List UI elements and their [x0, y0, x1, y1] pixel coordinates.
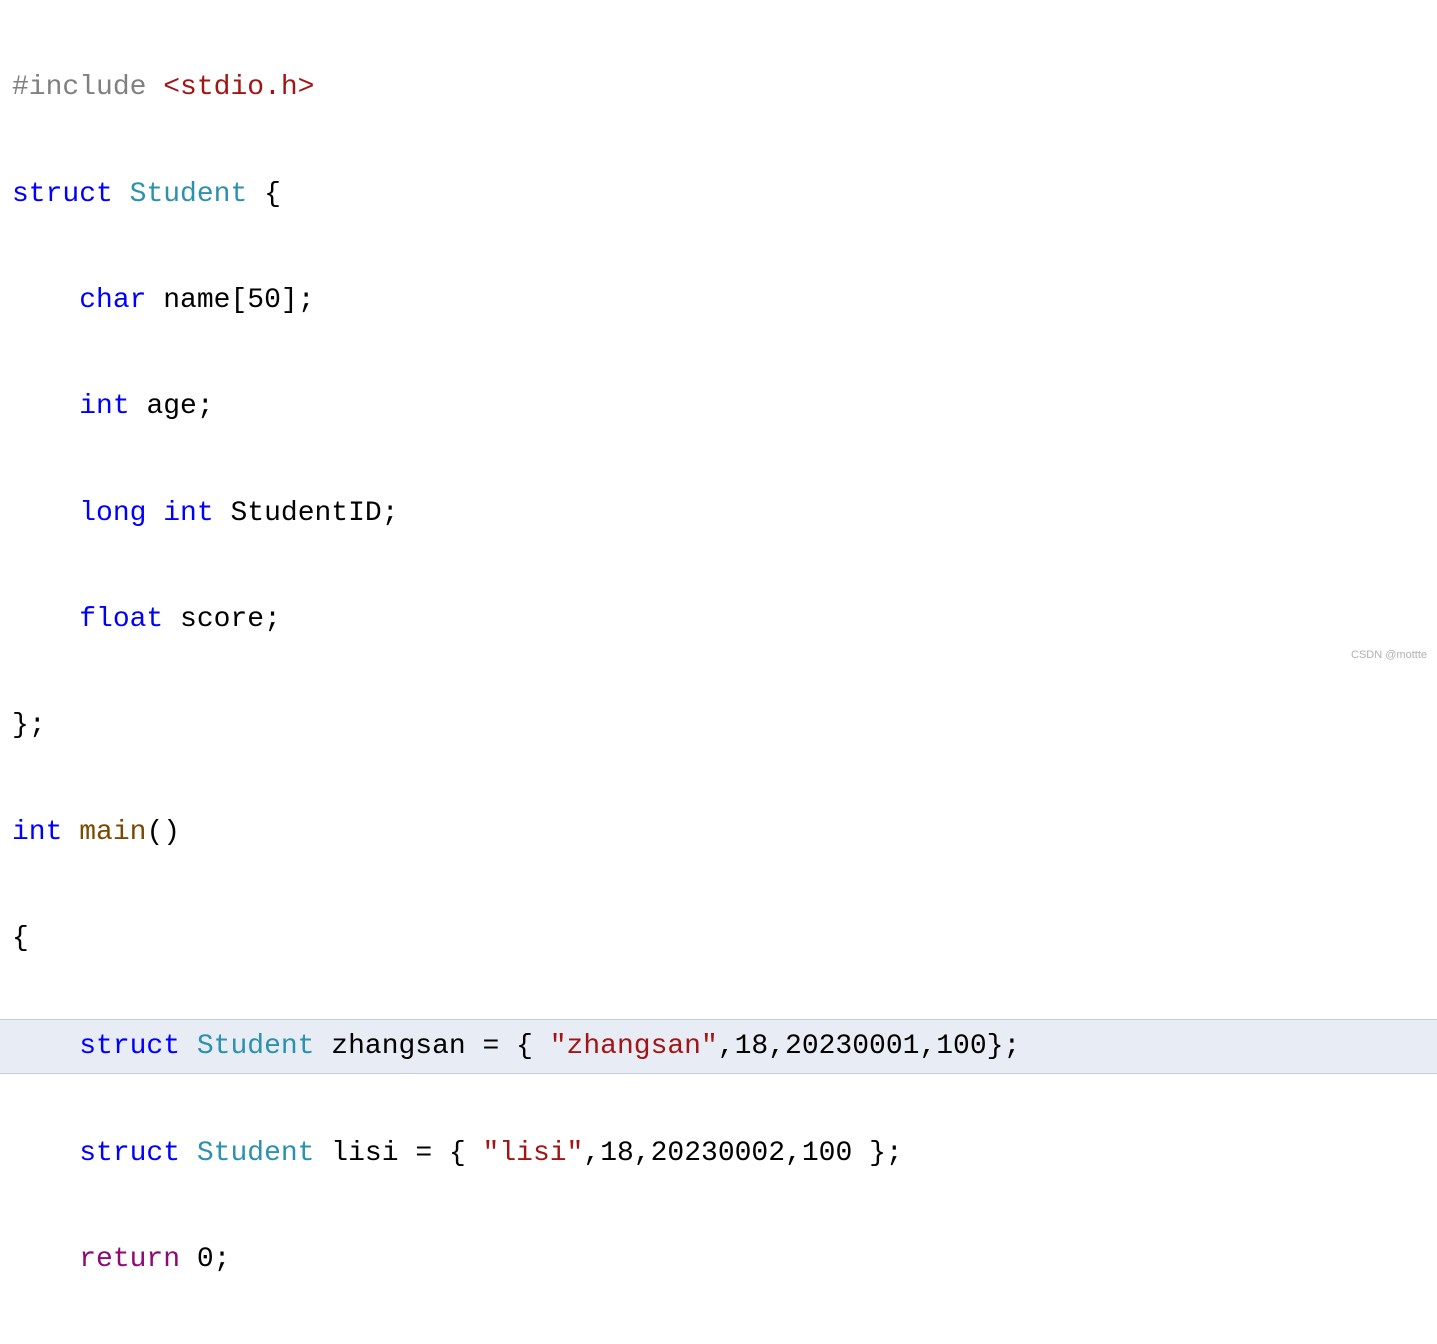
type-long: long — [79, 498, 146, 529]
var-zhangsan: zhangsan — [331, 1031, 465, 1062]
code-line-10-highlighted: struct Student zhangsan = { "zhangsan",1… — [0, 1019, 1437, 1074]
semicolon: ; — [264, 604, 281, 635]
indent — [12, 1138, 79, 1169]
preproc-include: #include — [12, 72, 146, 103]
equals: = — [399, 1138, 449, 1169]
code-line-7: }; — [0, 699, 1437, 752]
struct-keyword: struct — [12, 179, 113, 210]
init-open: { — [449, 1138, 483, 1169]
return-val: 0 — [197, 1244, 214, 1275]
init-close: } — [852, 1138, 886, 1169]
comma: , — [634, 1138, 651, 1169]
field-age: age — [146, 391, 196, 422]
type-int: int — [79, 391, 129, 422]
comma: , — [768, 1031, 785, 1062]
num-18: 18 — [600, 1138, 634, 1169]
string-literal: "lisi" — [483, 1138, 584, 1169]
code-line-13: } — [0, 1340, 1437, 1344]
num-id: 20230001 — [785, 1031, 919, 1062]
indent — [12, 498, 79, 529]
num-18: 18 — [735, 1031, 769, 1062]
semicolon: ; — [214, 1244, 231, 1275]
semicolon: ; — [298, 285, 315, 316]
num-100: 100 — [936, 1031, 986, 1062]
semicolon: ; — [886, 1138, 903, 1169]
comma: , — [785, 1138, 802, 1169]
semicolon: ; — [1003, 1031, 1020, 1062]
code-line-11: struct Student lisi = { "lisi",18,202300… — [0, 1127, 1437, 1180]
code-line-9: { — [0, 912, 1437, 965]
type-name: Student — [130, 179, 248, 210]
string-literal: "zhangsan" — [550, 1031, 718, 1062]
struct-keyword: struct — [79, 1138, 180, 1169]
code-block: #include <stdio.h> struct Student { char… — [0, 0, 1437, 1344]
header-name: stdio.h — [180, 72, 298, 103]
comma: , — [718, 1031, 735, 1062]
code-line-8: int main() — [0, 806, 1437, 859]
bracket-open: [ — [230, 285, 247, 316]
header-open: < — [163, 72, 180, 103]
parens: () — [146, 817, 180, 848]
return-keyword: return — [79, 1244, 180, 1275]
open-brace: { — [12, 923, 29, 954]
watermark: CSDN @mottte — [1351, 645, 1427, 666]
code-line-6: float score; — [0, 593, 1437, 646]
code-line-5: long int StudentID; — [0, 487, 1437, 540]
code-line-2: struct Student { — [0, 168, 1437, 221]
code-line-4: int age; — [0, 380, 1437, 433]
equals: = — [466, 1031, 516, 1062]
type-name: Student — [197, 1138, 315, 1169]
field-studentid: StudentID — [230, 498, 381, 529]
type-int: int — [12, 817, 62, 848]
indent — [12, 1244, 79, 1275]
code-line-12: return 0; — [0, 1233, 1437, 1286]
open-brace: { — [264, 179, 281, 210]
code-line-1: #include <stdio.h> — [0, 61, 1437, 114]
indent — [12, 391, 79, 422]
struct-keyword: struct — [79, 1031, 180, 1062]
indent — [12, 604, 79, 635]
type-name: Student — [197, 1031, 315, 1062]
indent — [12, 1031, 79, 1062]
semicolon: ; — [29, 710, 46, 741]
init-close: } — [987, 1031, 1004, 1062]
type-float: float — [79, 604, 163, 635]
bracket-close: ] — [281, 285, 298, 316]
indent — [12, 285, 79, 316]
comma: , — [583, 1138, 600, 1169]
semicolon: ; — [197, 391, 214, 422]
comma: , — [919, 1031, 936, 1062]
type-int: int — [163, 498, 213, 529]
type-char: char — [79, 285, 146, 316]
func-main: main — [79, 817, 146, 848]
header-close: > — [298, 72, 315, 103]
close-brace: } — [12, 710, 29, 741]
var-lisi: lisi — [331, 1138, 398, 1169]
semicolon: ; — [382, 498, 399, 529]
num-id: 20230002 — [651, 1138, 785, 1169]
code-line-3: char name[50]; — [0, 274, 1437, 327]
field-name: name — [163, 285, 230, 316]
init-open: { — [516, 1031, 550, 1062]
field-score: score — [180, 604, 264, 635]
num-100: 100 — [802, 1138, 852, 1169]
array-size: 50 — [247, 285, 281, 316]
